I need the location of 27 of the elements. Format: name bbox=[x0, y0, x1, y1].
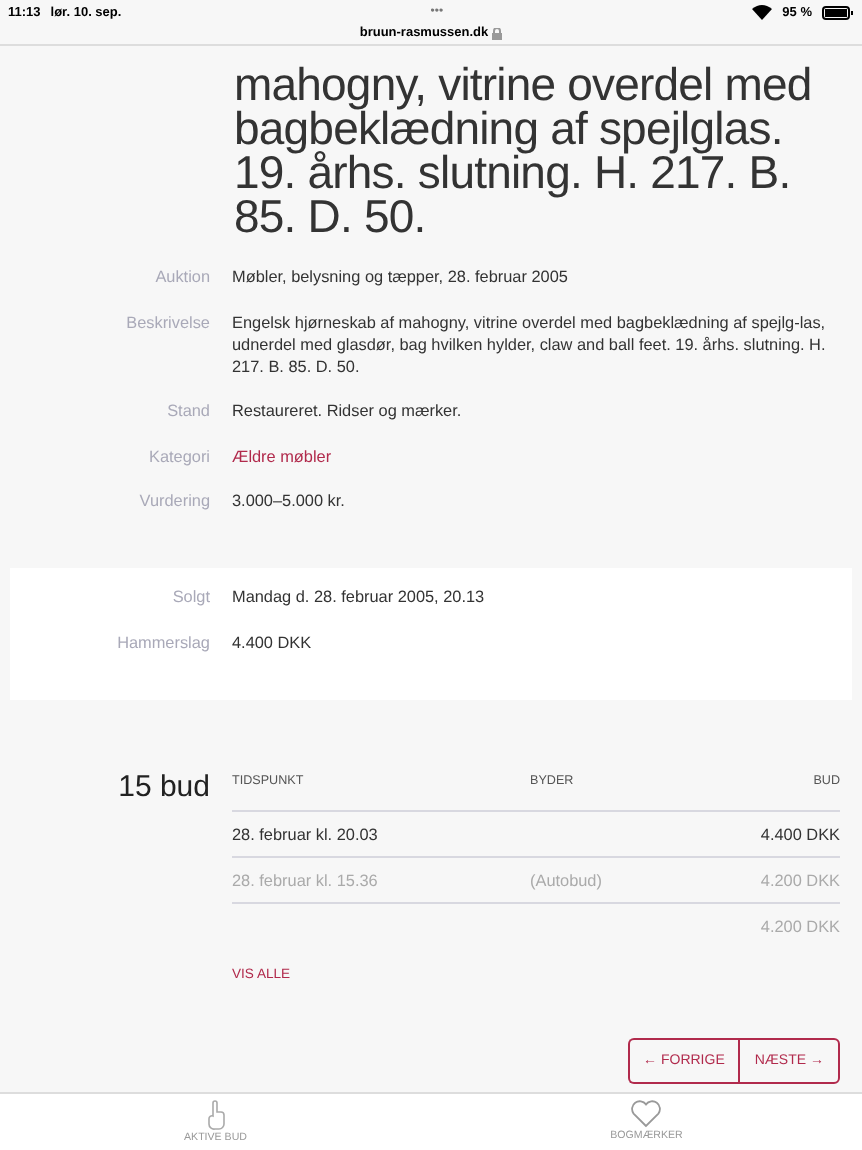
field-value: Engelsk hjørneskab af mahogny, vitrine overdel med bagbeklædning af spejlg-las, udnerdel med glasdør, bag hvilken hylder, claw and ball feet. 19. århs. slutning. H. 217. B. 85. D. 50. bbox=[232, 311, 828, 377]
field-label: Auktion bbox=[153, 266, 210, 288]
lot-title: mahogny, vitrine overdel med bagbeklædning af spejlglas. 19. århs. slutning. H. 217. B. 85. D. 50. bbox=[234, 62, 814, 238]
table-cell: 28. februar kl. 15.36 bbox=[232, 871, 378, 889]
battery-icon bbox=[822, 5, 854, 19]
table-cell: 4.200 DKK bbox=[760, 917, 840, 935]
field-value: Restaureret. Ridser og mærker. bbox=[232, 400, 464, 422]
bid-count: 15 bud bbox=[116, 770, 210, 808]
field-value: Møbler, belysning og tæpper, 28. februar 2005 bbox=[232, 266, 570, 288]
field-label: Vurdering bbox=[137, 490, 210, 512]
field-label: Beskrivelse bbox=[124, 311, 210, 335]
table-cell: (Autobud) bbox=[530, 871, 602, 889]
field-label: Kategori bbox=[147, 445, 210, 467]
field-value: 4.400 DKK bbox=[232, 631, 314, 653]
table-cell: 4.400 DKK bbox=[760, 825, 840, 843]
field-label: Hammerslag bbox=[115, 631, 210, 653]
field-value: 3.000–5.000 kr. bbox=[232, 490, 347, 512]
lock-icon bbox=[492, 27, 503, 39]
category-link[interactable]: Ældre møbler bbox=[232, 445, 842, 467]
field-label: Solgt bbox=[170, 586, 210, 608]
field-label: Stand bbox=[165, 400, 210, 422]
wifi-icon bbox=[752, 4, 773, 20]
table-cell: 4.200 DKK bbox=[760, 871, 840, 889]
table-cell: 28. februar kl. 20.03 bbox=[232, 825, 378, 843]
pointing-hand-icon bbox=[205, 1100, 226, 1130]
field-value: Mandag d. 28. februar 2005, 20.13 bbox=[232, 586, 487, 608]
heart-icon bbox=[630, 1100, 663, 1128]
